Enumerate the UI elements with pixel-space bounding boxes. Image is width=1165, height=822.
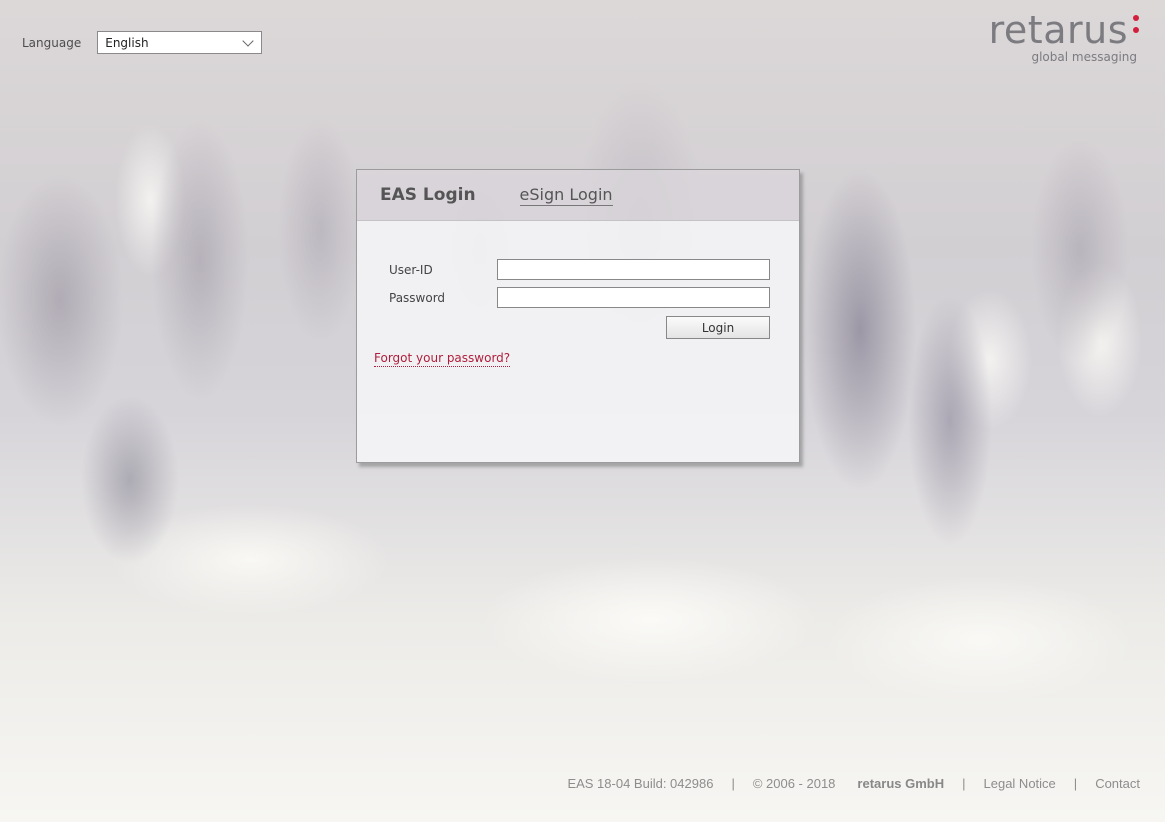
forgot-password-link[interactable]: Forgot your password? bbox=[374, 351, 511, 367]
language-selected-value: English bbox=[105, 35, 149, 50]
logo-colon-icon bbox=[1133, 15, 1139, 39]
user-id-input[interactable] bbox=[497, 259, 770, 280]
user-id-label: User-ID bbox=[389, 262, 433, 277]
tab-esign-login[interactable]: eSign Login bbox=[519, 185, 613, 206]
login-tabs: EAS Login eSign Login bbox=[357, 170, 799, 221]
logo-tagline: global messaging bbox=[1031, 50, 1137, 64]
tab-eas-login[interactable]: EAS Login bbox=[380, 185, 476, 205]
retarus-logo: retarus global messaging bbox=[989, 10, 1139, 64]
language-selector: Language English bbox=[22, 31, 263, 54]
chevron-down-icon bbox=[242, 34, 254, 47]
logo-wordmark-row: retarus bbox=[989, 10, 1139, 50]
footer-separator: | bbox=[731, 776, 735, 791]
footer: EAS 18-04 Build: 042986 | © 2006 - 2018 … bbox=[567, 776, 1140, 791]
user-id-row: User-ID bbox=[389, 259, 770, 280]
logo-wordmark: retarus bbox=[988, 8, 1128, 52]
legal-notice-link[interactable]: Legal Notice bbox=[984, 776, 1056, 791]
login-button[interactable]: Login bbox=[666, 316, 770, 339]
login-panel: EAS Login eSign Login User-ID Password L… bbox=[356, 169, 800, 463]
password-row: Password bbox=[389, 287, 770, 308]
build-info: EAS 18-04 Build: 042986 bbox=[567, 776, 714, 791]
password-label: Password bbox=[389, 290, 446, 305]
copyright: © 2006 - 2018 bbox=[752, 776, 836, 791]
logo-dot bbox=[1133, 27, 1139, 33]
language-label: Language bbox=[22, 35, 82, 50]
footer-separator: | bbox=[1073, 776, 1078, 791]
language-dropdown[interactable]: English bbox=[97, 31, 263, 54]
footer-separator: | bbox=[962, 776, 966, 791]
logo-dot bbox=[1133, 15, 1139, 21]
contact-link[interactable]: Contact bbox=[1095, 776, 1140, 791]
company-name: retarus GmbH bbox=[857, 776, 945, 791]
login-form: User-ID Password Login Forgot your passw… bbox=[357, 221, 799, 462]
password-input[interactable] bbox=[497, 287, 770, 308]
